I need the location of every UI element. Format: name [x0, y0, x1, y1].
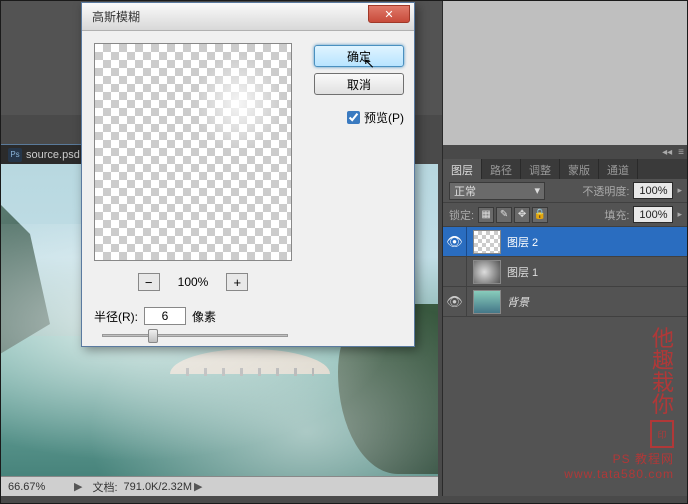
radius-row: 半径(R): 像素	[94, 307, 216, 325]
dialog-close-button[interactable]: ✕	[368, 5, 410, 23]
lock-transparency-icon[interactable]: ▦	[478, 207, 494, 223]
zoom-in-button[interactable]: +	[226, 273, 248, 291]
document-tab[interactable]: Ps source.psd	[0, 144, 88, 164]
visibility-toggle[interactable]	[443, 257, 467, 286]
doc-info-label: 文档:	[86, 479, 123, 495]
lock-label: 锁定:	[449, 207, 474, 223]
zoom-arrow-icon[interactable]: ▶	[70, 480, 86, 493]
canvas-background-right	[442, 0, 688, 145]
lock-move-icon[interactable]: ✥	[514, 207, 530, 223]
layer-thumb[interactable]	[473, 290, 501, 314]
dialog-buttons: 确定 ↖ 取消	[314, 45, 404, 95]
visibility-toggle[interactable]: 👁	[443, 287, 467, 316]
panel-collapse-icon[interactable]: ◂◂	[662, 147, 672, 158]
radius-unit: 像素	[192, 308, 216, 325]
document-title: source.psd	[26, 149, 80, 161]
preview-zoom-level: 100%	[178, 275, 209, 289]
layers-list: 👁 图层 2 图层 1 👁 背景	[443, 227, 688, 317]
lock-all-icon[interactable]: 🔒	[532, 207, 548, 223]
preview-checkbox[interactable]	[347, 111, 360, 124]
layer-thumb[interactable]	[473, 260, 501, 284]
dialog-body: − 100% + 半径(R): 像素 确定 ↖ 取消 预览(P)	[82, 31, 414, 346]
layer-row[interactable]: 👁 图层 2	[443, 227, 688, 257]
watermark-site2: www.tata580.com	[564, 467, 674, 482]
watermark-seal-icon: 印	[650, 420, 674, 448]
lock-icons: ▦ ✎ ✥ 🔒	[478, 207, 548, 223]
doc-info-chevron-icon[interactable]: ▶	[194, 480, 202, 493]
tab-paths[interactable]: 路径	[482, 159, 521, 179]
status-bar: 66.67% ▶ 文档: 791.0K/2.32M ▶	[0, 476, 438, 496]
watermark-char: 你	[652, 394, 674, 416]
panel-tabs: 图层 路径 调整 蒙版 通道	[443, 159, 688, 179]
fill-label: 填充:	[604, 207, 629, 223]
fill-arrow-icon[interactable]: ▸	[677, 209, 682, 220]
layer-row[interactable]: 👁 背景	[443, 287, 688, 317]
chevron-down-icon: ▾	[534, 184, 540, 197]
opacity-arrow-icon[interactable]: ▸	[677, 185, 682, 196]
preview-checkbox-row[interactable]: 预览(P)	[347, 109, 404, 126]
gaussian-blur-dialog: 高斯模糊 ✕ − 100% + 半径(R): 像素 确定 ↖ 取消	[81, 2, 415, 347]
preview-area[interactable]	[94, 43, 292, 261]
preview-zoom-controls: − 100% +	[104, 273, 282, 291]
layer-row[interactable]: 图层 1	[443, 257, 688, 287]
lock-brush-icon[interactable]: ✎	[496, 207, 512, 223]
slider-track	[102, 334, 288, 337]
blend-mode-value: 正常	[454, 183, 476, 199]
tab-adjust[interactable]: 调整	[521, 159, 560, 179]
layer-thumb[interactable]	[473, 230, 501, 254]
ok-button[interactable]: 确定 ↖	[314, 45, 404, 67]
watermark-char: 他	[652, 328, 674, 350]
zoom-out-button[interactable]: −	[138, 273, 160, 291]
watermark-site1: PS 教程网	[564, 452, 674, 467]
blend-opacity-row: 正常 ▾ 不透明度: 100% ▸	[443, 179, 688, 203]
layer-name[interactable]: 图层 2	[507, 234, 688, 250]
watermark-char: 趣	[652, 350, 674, 372]
cancel-button-label: 取消	[347, 76, 371, 93]
zoom-level[interactable]: 66.67%	[0, 481, 70, 493]
tab-channels[interactable]: 通道	[599, 159, 638, 179]
tab-layers[interactable]: 图层	[443, 159, 482, 179]
blend-mode-select[interactable]: 正常 ▾	[449, 182, 545, 200]
panels-area: ◂◂ ≡ 图层 路径 调整 蒙版 通道 正常 ▾ 不透明度: 100% ▸ 锁定…	[442, 145, 688, 496]
panel-menu-icon[interactable]: ≡	[678, 147, 684, 158]
dialog-titlebar[interactable]: 高斯模糊 ✕	[82, 3, 414, 31]
ps-file-icon: Ps	[8, 148, 22, 162]
doc-info-value: 791.0K/2.32M	[124, 481, 193, 493]
close-icon: ✕	[384, 8, 393, 21]
layer-name[interactable]: 图层 1	[507, 264, 688, 280]
visibility-toggle[interactable]: 👁	[443, 227, 467, 256]
radius-input[interactable]	[144, 307, 186, 325]
tab-mask[interactable]: 蒙版	[560, 159, 599, 179]
watermark-char: 栽	[652, 372, 674, 394]
panel-top-strip: ◂◂ ≡	[443, 145, 688, 159]
radius-label: 半径(R):	[94, 308, 138, 325]
ok-button-label: 确定	[347, 48, 371, 65]
watermark: 他 趣 栽 你 印 PS 教程网 www.tata580.com	[564, 328, 674, 482]
fill-value[interactable]: 100%	[633, 206, 673, 223]
preview-checkbox-label: 预览(P)	[364, 109, 404, 126]
layer-name[interactable]: 背景	[507, 294, 688, 310]
cancel-button[interactable]: 取消	[314, 73, 404, 95]
dialog-title: 高斯模糊	[92, 8, 140, 25]
radius-slider[interactable]	[102, 329, 288, 343]
slider-thumb[interactable]	[148, 329, 158, 343]
opacity-value[interactable]: 100%	[633, 182, 673, 199]
opacity-label: 不透明度:	[582, 183, 629, 199]
lock-fill-row: 锁定: ▦ ✎ ✥ 🔒 填充: 100% ▸	[443, 203, 688, 227]
